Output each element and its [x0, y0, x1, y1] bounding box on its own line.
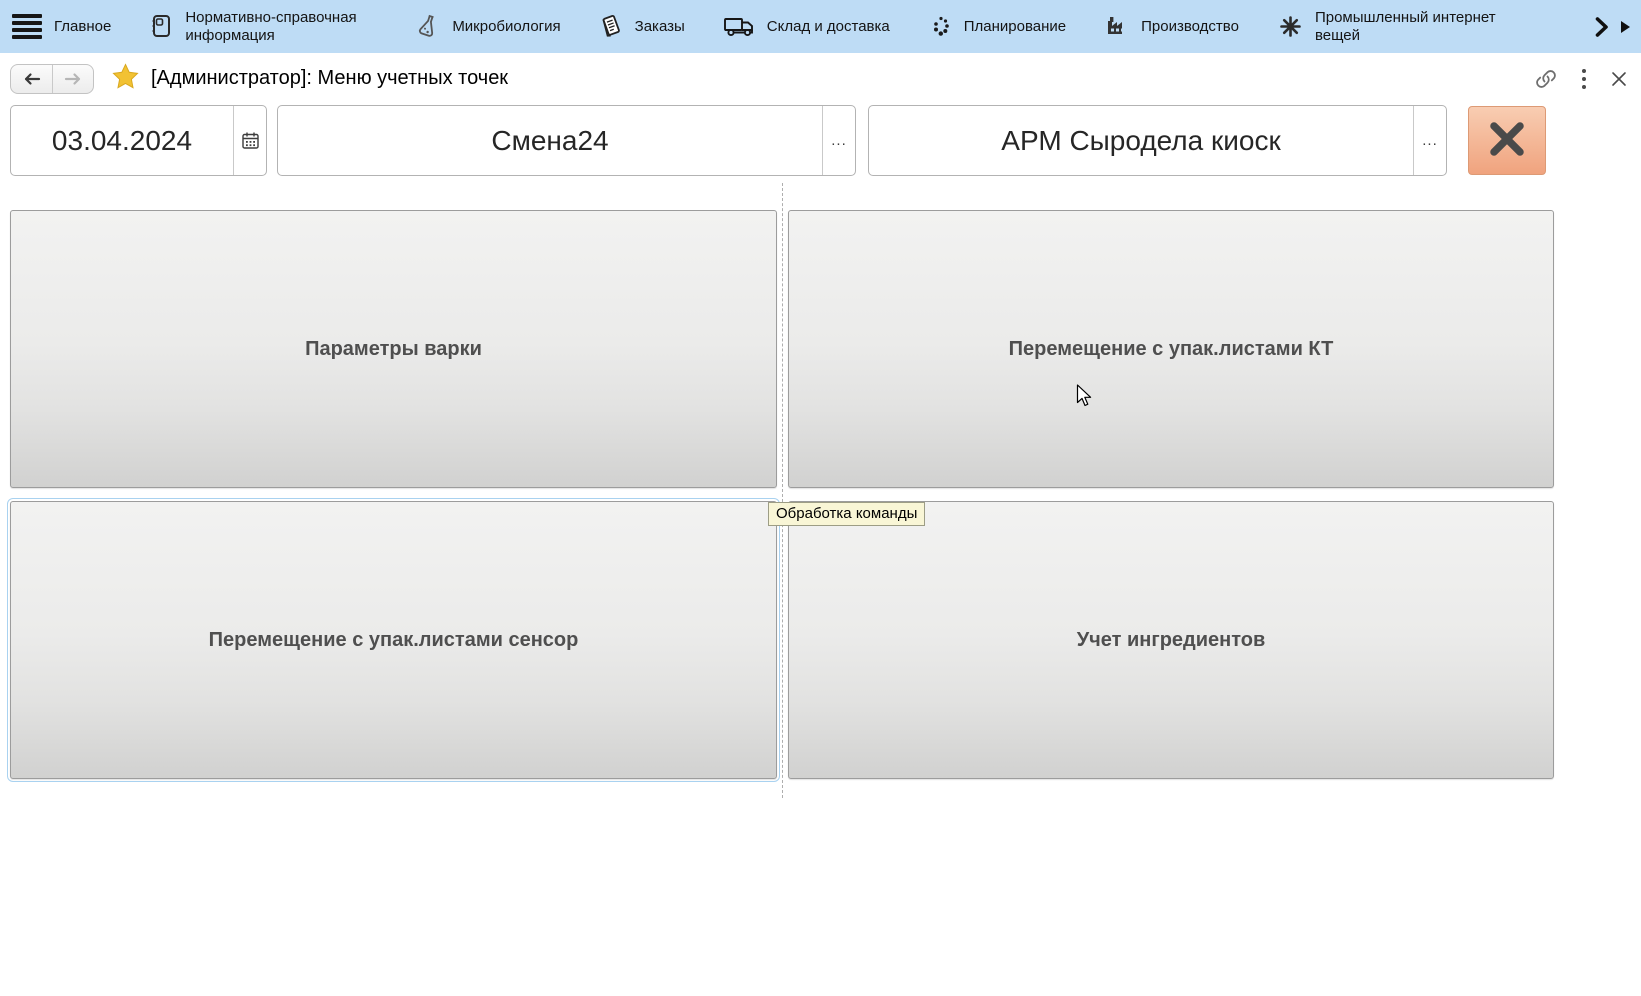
forward-icon[interactable]	[52, 65, 93, 93]
nav-item-label: Планирование	[964, 18, 1066, 35]
menu-tiles-area: Параметры варки Перемещение с упак.листа…	[0, 178, 1641, 994]
link-icon[interactable]	[1535, 68, 1557, 90]
workstation-choose-button[interactable]: ...	[1413, 106, 1446, 175]
nav-item-label: Склад и доставка	[767, 18, 890, 35]
functions-chevron-icon[interactable]	[1594, 16, 1610, 38]
iot-asterisk-icon	[1277, 13, 1304, 40]
title-bar: [Администратор]: Меню учетных точек	[0, 53, 1641, 104]
form-header: 03.04.2024 Смена24 ... АРМ Сыродела киос…	[0, 104, 1641, 178]
favorite-star-icon[interactable]	[112, 63, 139, 94]
main-menu-icon[interactable]	[12, 12, 42, 42]
nav-item-microbiology[interactable]: Микробиология	[415, 13, 560, 40]
tile-label: Перемещение с упак.листами КТ	[1009, 338, 1334, 361]
nav-item-industrial-iot[interactable]: Промышленный интернет вещей	[1277, 9, 1507, 44]
close-icon[interactable]	[1611, 71, 1627, 87]
tile-label: Учет ингредиентов	[1077, 629, 1266, 652]
truck-icon	[723, 13, 756, 40]
command-tooltip: Обработка команды	[768, 502, 925, 526]
factory-icon	[1104, 13, 1130, 40]
tile-ingredients-accounting[interactable]: Учет ингредиентов	[788, 501, 1554, 779]
kebab-menu-icon[interactable]	[1581, 68, 1587, 90]
planning-dots-icon	[928, 13, 953, 40]
back-icon[interactable]	[11, 65, 52, 93]
top-nav-bar: Главное Нормативно-справочная информация…	[0, 0, 1641, 53]
shift-value[interactable]: Смена24	[278, 106, 822, 175]
nav-item-label: Производство	[1141, 18, 1239, 35]
history-buttons	[10, 64, 94, 94]
workstation-field: АРМ Сыродела киоск ...	[868, 105, 1447, 176]
orders-notepad-icon	[599, 13, 624, 40]
nav-item-planning[interactable]: Планирование	[928, 13, 1066, 40]
shift-choose-button[interactable]: ...	[822, 106, 855, 175]
nav-item-label: Нормативно-справочная информация	[185, 9, 377, 44]
shift-field: Смена24 ...	[277, 105, 856, 176]
vertical-splitter[interactable]	[782, 183, 783, 798]
nav-item-production[interactable]: Производство	[1104, 13, 1239, 40]
nav-item-orders[interactable]: Заказы	[599, 13, 685, 40]
nav-item-label: Промышленный интернет вещей	[1315, 9, 1507, 44]
page-title: [Администратор]: Меню учетных точек	[151, 67, 508, 90]
nav-item-reference-info[interactable]: Нормативно-справочная информация	[149, 9, 377, 44]
tile-label: Параметры варки	[305, 338, 482, 361]
nav-item-label: Микробиология	[452, 18, 560, 35]
nav-item-label: Заказы	[635, 18, 685, 35]
calendar-icon[interactable]	[233, 106, 266, 175]
reference-book-icon	[149, 13, 174, 40]
tile-cooking-parameters[interactable]: Параметры варки	[10, 210, 777, 488]
nav-item-main[interactable]: Главное	[54, 18, 111, 35]
tile-label: Перемещение с упак.листами сенсор	[209, 629, 579, 652]
more-triangle-icon[interactable]	[1620, 20, 1631, 34]
tile-move-packing-lists-kt[interactable]: Перемещение с упак.листами КТ	[788, 210, 1554, 488]
date-field: 03.04.2024	[10, 105, 267, 176]
close-x-icon	[1485, 117, 1529, 164]
nav-item-label: Главное	[54, 18, 111, 35]
tile-move-packing-lists-sensor[interactable]: Перемещение с упак.листами сенсор	[10, 501, 777, 779]
nav-item-warehouse-delivery[interactable]: Склад и доставка	[723, 13, 890, 40]
close-form-button[interactable]	[1468, 106, 1546, 175]
flask-icon	[415, 13, 441, 40]
workstation-value[interactable]: АРМ Сыродела киоск	[869, 106, 1413, 175]
date-value[interactable]: 03.04.2024	[11, 106, 233, 175]
